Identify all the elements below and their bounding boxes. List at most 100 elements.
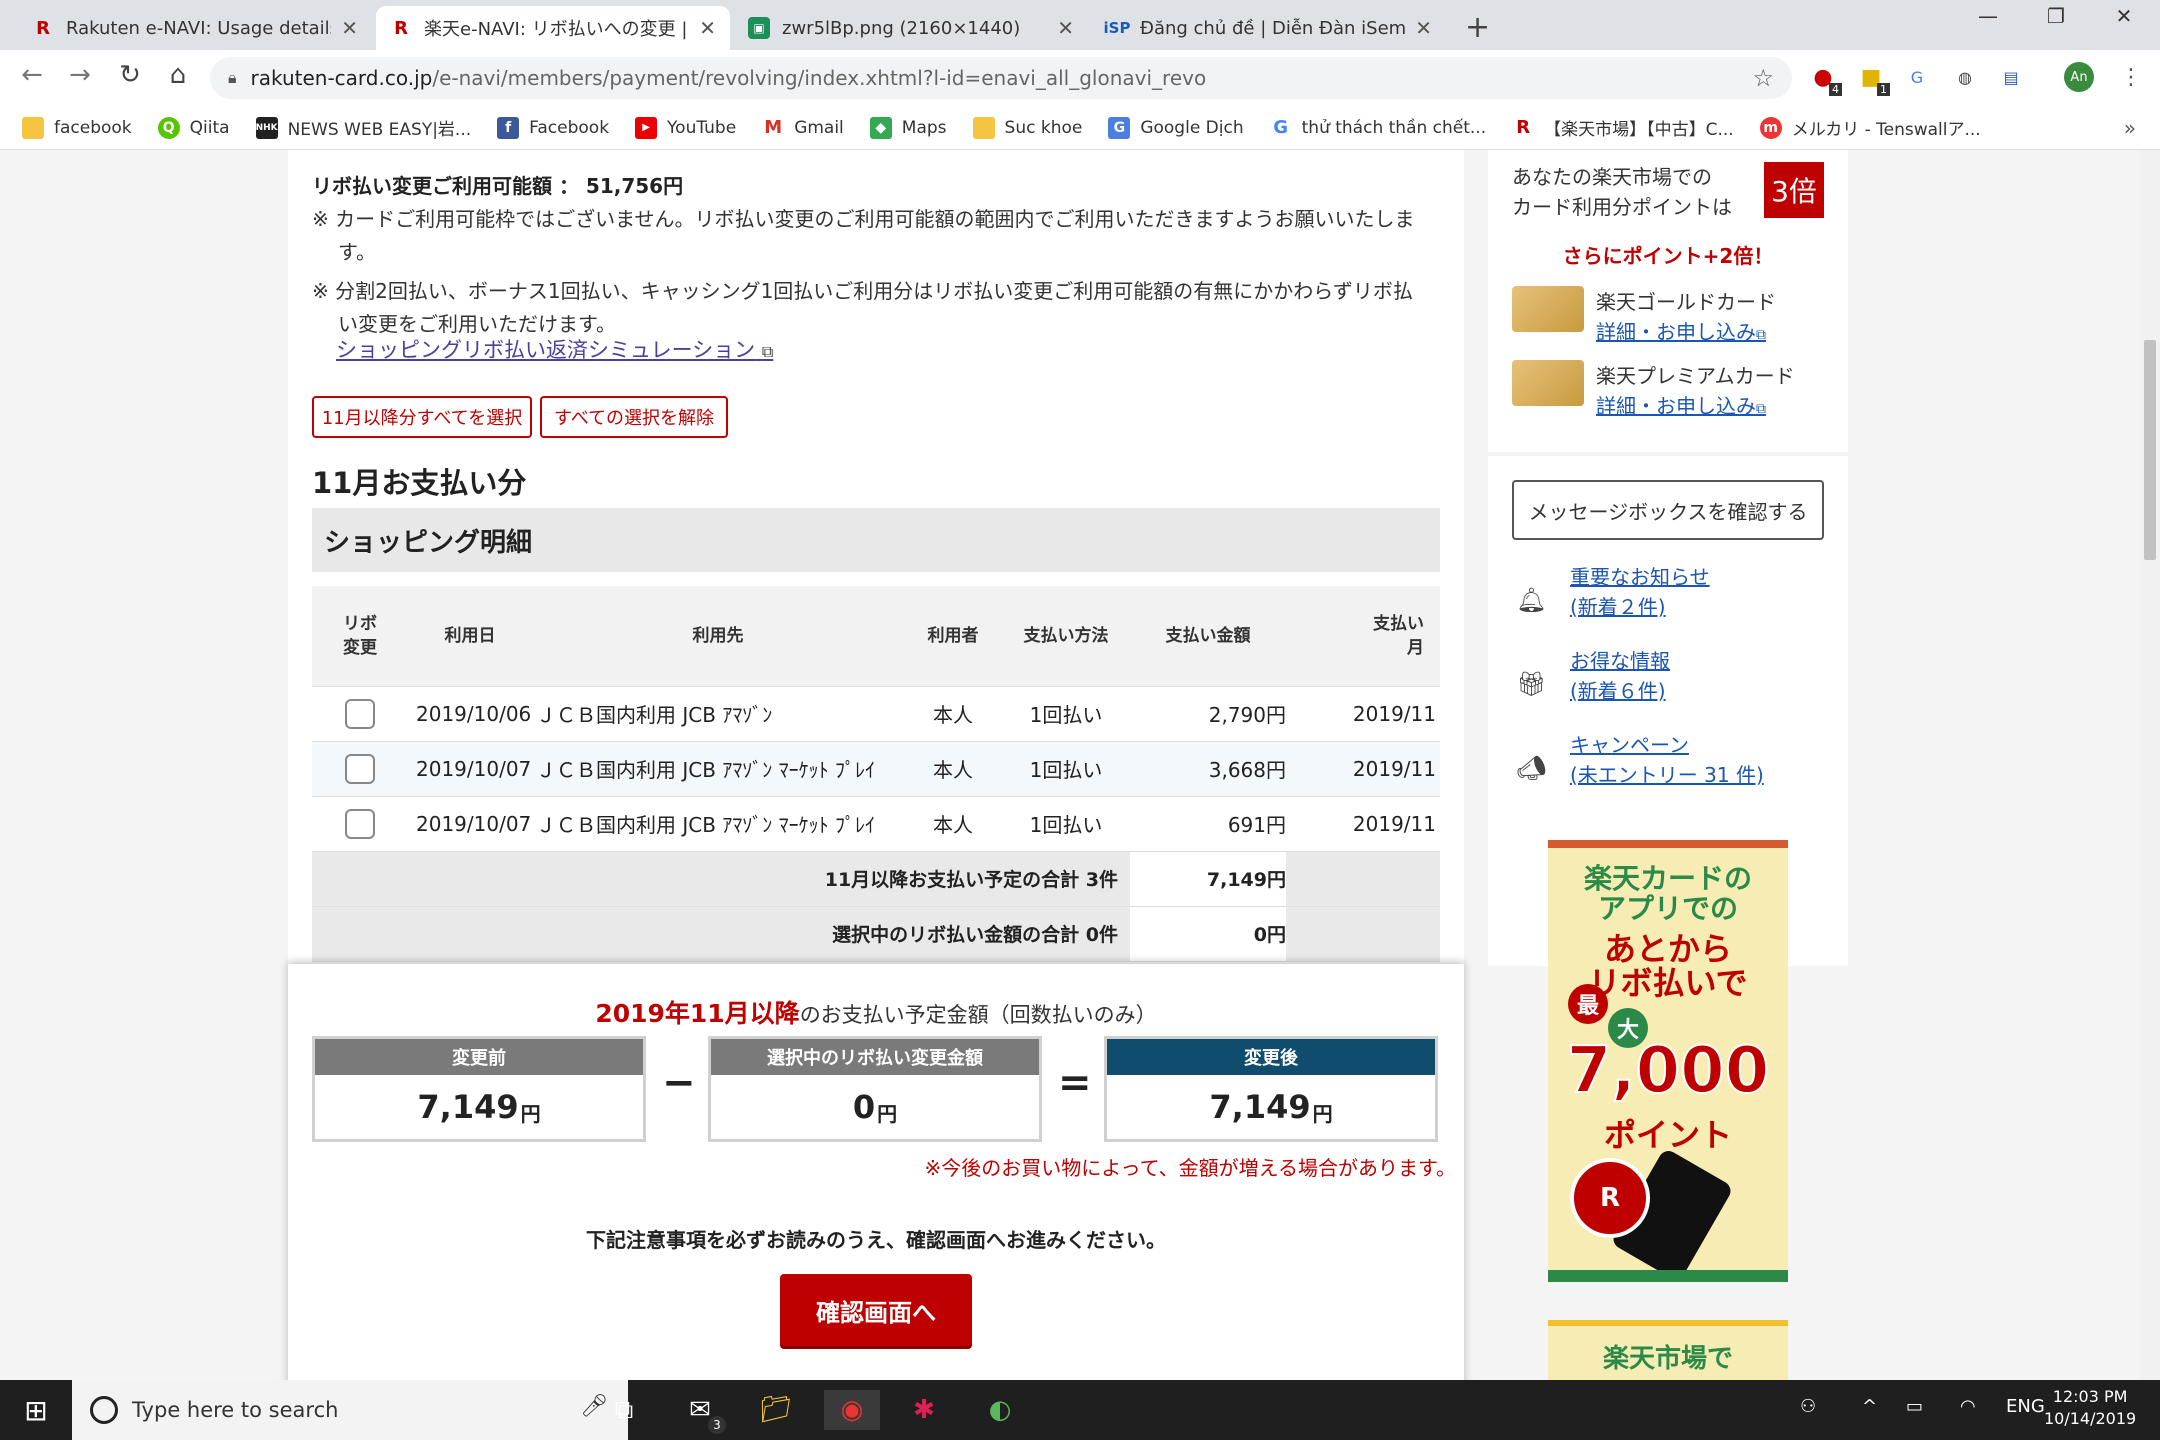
note-limit: ※ カードご利用可能枠ではございません。リボ払い変更のご利用可能額の範囲内でご利…	[312, 207, 1415, 264]
bell-icon: 🔔︎	[1516, 586, 1547, 614]
banner-unit: ポイント	[1603, 1116, 1732, 1154]
tab-usage-details[interactable]: R Rakuten e-NAVI: Usage details ✕	[18, 6, 372, 50]
link-line2: (新着２件)	[1570, 595, 1666, 619]
profile-avatar[interactable]: An	[2064, 62, 2094, 92]
confirm-button[interactable]: 確認画面へ	[780, 1274, 972, 1346]
chrome-icon[interactable]: ◉	[824, 1390, 880, 1430]
language-indicator[interactable]: ENG	[2006, 1396, 2045, 1417]
link-label: 詳細・お申し込み	[1596, 394, 1756, 418]
close-icon[interactable]: ✕	[1057, 16, 1074, 40]
before-amount: 7,149	[417, 1088, 519, 1126]
important-notice-link[interactable]: 重要なお知らせ (新着２件)	[1570, 562, 1710, 622]
tab-image[interactable]: ▣ zwr5lBp.png (2160×1440) ✕	[734, 6, 1088, 50]
bookmark-google-translate[interactable]: G Google Dịch	[1108, 116, 1244, 139]
message-box-button[interactable]: メッセージボックスを確認する	[1512, 480, 1824, 540]
bookmark-nhk[interactable]: NHK NEWS WEB EASY|岩...	[256, 115, 471, 140]
maximize-button[interactable]: ❐	[2026, 4, 2086, 28]
battery-icon[interactable]: ▭	[1906, 1396, 1923, 1417]
selected-change-value: 0円	[711, 1075, 1039, 1139]
bookmark-facebook-folder[interactable]: facebook	[22, 116, 132, 139]
rakuten-favicon-icon: R	[394, 17, 408, 39]
ichiba-banner[interactable]: 楽天市場で	[1548, 1320, 1788, 1380]
bookmark-gmail[interactable]: M Gmail	[762, 117, 844, 139]
close-icon[interactable]: ✕	[699, 16, 716, 40]
back-button[interactable]: ←	[12, 60, 52, 90]
col-revo-change: リボ 変更	[312, 586, 408, 687]
card-extension-icon[interactable]: ▤	[1996, 62, 2026, 92]
select-all-button[interactable]: 11月以降分すべてを選択	[312, 396, 532, 438]
translate-extension-icon[interactable]: G	[1902, 62, 1932, 92]
new-tab-button[interactable]: +	[1465, 10, 1490, 45]
lightbulb-extension-icon[interactable]: ◍	[1950, 62, 1980, 92]
task-view-icon[interactable]: ⧉	[604, 1390, 644, 1430]
rakuten-favicon-icon: R	[36, 17, 50, 39]
page-scrollbar[interactable]	[2140, 150, 2160, 1380]
bookmark-label: facebook	[54, 117, 132, 138]
bookmark-rakuten-ichiba[interactable]: R 【楽天市場】【中古】C...	[1512, 115, 1734, 140]
home-button[interactable]: ⌂	[158, 60, 198, 90]
menu-kebab-icon[interactable]: ⋮	[2116, 62, 2146, 92]
mail-icon[interactable]: ✉ 3	[680, 1390, 726, 1434]
close-icon[interactable]: ✕	[1415, 16, 1432, 40]
extension-yellow-icon[interactable]: ■ 1	[1856, 62, 1890, 96]
revo-checkbox[interactable]	[345, 698, 375, 729]
statement-table: リボ 変更 利用日 利用先 利用者 支払い方法 支払い金額 支払い 月 2019…	[312, 586, 1440, 962]
points-multiplier-badge: 3倍	[1764, 162, 1824, 218]
banner-line1a: 楽天カードの	[1583, 862, 1752, 895]
scrollbar-thumb[interactable]	[2144, 340, 2156, 560]
yen-unit: 円	[1312, 1101, 1333, 1126]
bookmark-label: Gmail	[794, 117, 844, 138]
wifi-icon[interactable]: ◠	[1960, 1396, 1976, 1417]
reload-button[interactable]: ↻	[110, 60, 150, 90]
cell-amount: 2,790円	[1130, 686, 1286, 742]
premium-card-image	[1512, 360, 1584, 406]
close-icon[interactable]: ✕	[341, 16, 358, 40]
gold-card-apply-link[interactable]: 詳細・お申し込み⧉	[1596, 316, 1766, 345]
points-line1: あなたの楽天市場での	[1512, 165, 1712, 189]
bookmark-youtube[interactable]: ▶ YouTube	[635, 116, 737, 139]
forward-button[interactable]: →	[60, 60, 100, 90]
minimize-button[interactable]: —	[1958, 4, 2018, 28]
address-bar[interactable]: 🔒︎ rakuten-card.co.jp/e-navi/members/pay…	[210, 57, 1792, 99]
clear-selection-button[interactable]: すべての選択を解除	[540, 396, 728, 438]
bookmark-label: Maps	[901, 117, 947, 138]
premium-card-apply-link[interactable]: 詳細・お申し込み⧉	[1596, 390, 1766, 419]
bookmarks-overflow-icon[interactable]: »	[2124, 116, 2136, 140]
tab-revolving[interactable]: R 楽天e-NAVI: リボ払いへの変更 | お ✕	[376, 6, 730, 50]
slack-icon[interactable]: ✱	[904, 1390, 944, 1430]
cell-user: 本人	[904, 741, 1002, 797]
app-revo-banner[interactable]: 楽天カードの アプリでの あとから リボ払いで 最 大 7,000 ポイント R	[1548, 840, 1788, 1282]
deals-link[interactable]: お得な情報 (新着６件)	[1570, 646, 1670, 706]
points-text: あなたの楽天市場での カード利用分ポイントは	[1512, 162, 1732, 222]
extension-red-icon[interactable]: ● 4	[1808, 62, 1842, 96]
revo-checkbox[interactable]	[345, 808, 375, 839]
tray-chevron-icon[interactable]: ^	[1862, 1396, 1877, 1417]
bookmark-mercari[interactable]: m メルカリ - Tenswallア...	[1759, 115, 1981, 140]
campaign-link[interactable]: キャンペーン (未エントリー 31 件)	[1570, 730, 1764, 790]
app-green-icon[interactable]: ◐	[980, 1390, 1020, 1430]
revo-checkbox[interactable]	[345, 753, 375, 784]
people-icon[interactable]: ⚇	[1800, 1396, 1816, 1417]
points-line2: カード利用分ポイントは	[1512, 195, 1732, 219]
lock-icon: 🔒︎	[228, 68, 237, 87]
bookmark-qiita[interactable]: Q Qiita	[157, 116, 230, 139]
simulation-link[interactable]: ショッピングリボ払い返済シミュレーション ⧉	[336, 334, 773, 364]
bookmark-maps[interactable]: ◆ Maps	[869, 116, 947, 139]
file-explorer-icon[interactable]: 📁︎	[756, 1390, 796, 1430]
qiita-icon: Q	[157, 116, 180, 139]
taskbar-search[interactable]: Type here to search 🎤︎	[72, 1380, 628, 1440]
cell-amount: 3,668円	[1130, 741, 1286, 797]
url-host: rakuten-card.co.jp	[250, 66, 433, 90]
bookmark-label: YouTube	[667, 117, 737, 138]
bookmark-star-icon[interactable]: ☆	[1752, 64, 1774, 92]
after-value: 7,149 円	[1107, 1075, 1435, 1139]
taskbar-clock[interactable]: 12:03 PM 10/14/2019	[2044, 1386, 2136, 1430]
window-close-button[interactable]: ✕	[2094, 4, 2154, 28]
windows-start-icon[interactable]: ⊞	[0, 1380, 72, 1440]
bookmark-suckhoe-folder[interactable]: Suc khoe	[972, 116, 1082, 139]
bookmark-google[interactable]: Gthử thách thần chết...	[1270, 117, 1486, 139]
tab-isempai[interactable]: iSP Đăng chủ đề | Diễn Đàn iSemPai ✕	[1092, 6, 1446, 50]
bookmark-facebook[interactable]: f Facebook	[497, 116, 609, 139]
mail-badge: 3	[708, 1416, 726, 1434]
banner-line1b: アプリでの	[1597, 892, 1738, 925]
